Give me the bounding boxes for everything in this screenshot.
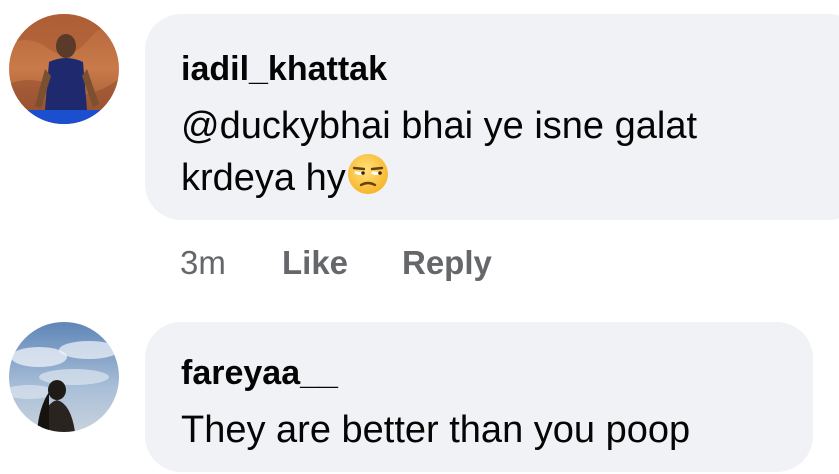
comment-bubble[interactable]: iadil_khattak @duckybhai bhai ye isne ga… <box>145 14 839 220</box>
avatar-image <box>9 322 119 432</box>
comment-text: @duckybhai bhai ye isne galat krdeya hy <box>181 100 839 204</box>
avatar[interactable] <box>9 14 119 124</box>
comment-text-line: krdeya hy <box>181 152 839 204</box>
comment-timestamp: 3m <box>180 244 226 281</box>
like-button[interactable]: Like <box>282 244 348 282</box>
comment-item: iadil_khattak @duckybhai bhai ye isne ga… <box>0 0 839 300</box>
comment-username[interactable]: iadil_khattak <box>181 50 387 89</box>
comment-bubble[interactable]: fareyaa__ They are better than you poop <box>145 322 813 472</box>
reply-button[interactable]: Reply <box>402 244 492 282</box>
comment-item: fareyaa__ They are better than you poop <box>0 310 839 474</box>
comment-actions: 3m Like Reply <box>180 244 580 284</box>
comment-text-line: @duckybhai bhai ye isne galat <box>181 105 698 147</box>
comment-username[interactable]: fareyaa__ <box>181 354 338 393</box>
comment-text-segment: krdeya hy <box>181 157 346 199</box>
comment-text: They are better than you poop <box>181 409 691 451</box>
avatar-image <box>9 14 119 124</box>
unamused-face-icon <box>347 154 388 194</box>
avatar[interactable] <box>9 322 119 432</box>
